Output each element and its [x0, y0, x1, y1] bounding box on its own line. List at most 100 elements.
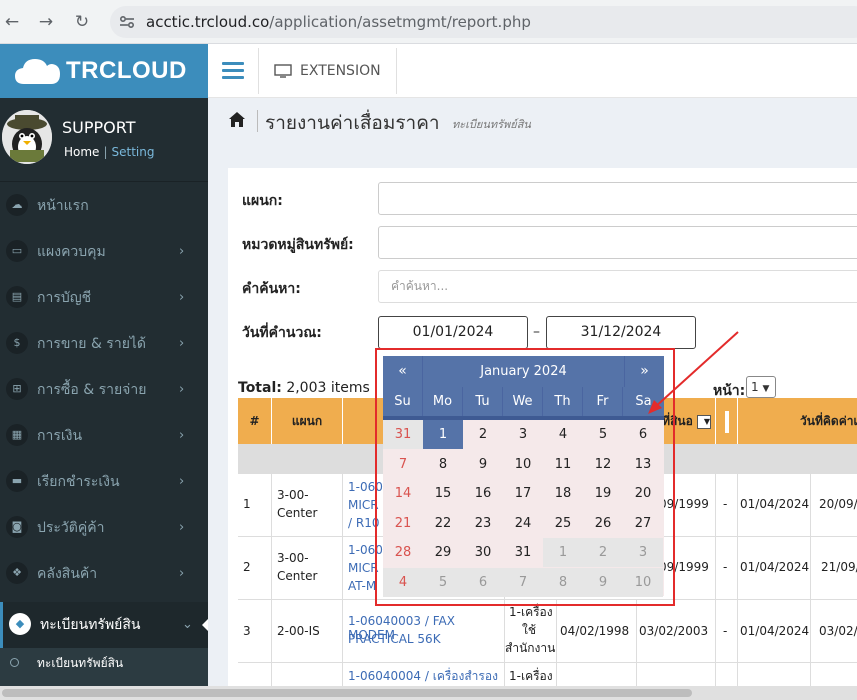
datepicker-day[interactable]: 25	[543, 509, 583, 538]
home-link[interactable]: Home	[64, 145, 99, 159]
table-row[interactable]: 3 2-00-IS 1-06040003 / FAX MODEM PRACTIC…	[238, 600, 857, 663]
cloud-icon: ☁	[6, 194, 28, 216]
datepicker-day[interactable]: 20	[623, 479, 663, 508]
sidebar-item-finance[interactable]: ▦ การเงิน ›	[0, 413, 208, 459]
datepicker-day[interactable]: 1	[423, 420, 463, 449]
datepicker-day[interactable]: 2	[463, 420, 503, 449]
datepicker-day[interactable]: 8	[543, 567, 583, 597]
datepicker-day[interactable]: 4	[383, 567, 423, 597]
sidebar-item-inventory[interactable]: ❖ คลังสินค้า ›	[0, 551, 208, 597]
datepicker-day[interactable]: 12	[583, 450, 623, 479]
datepicker-day[interactable]: 14	[383, 479, 423, 508]
sidebar-item-label: การบัญชี	[37, 290, 92, 306]
sidebar-subitem-asset-register[interactable]: ทะเบียนทรัพย์สิน	[37, 648, 123, 678]
monitor-icon: ▭	[6, 240, 28, 262]
datepicker-day[interactable]: 18	[543, 479, 583, 508]
row-dash: -	[723, 624, 728, 638]
sidebar-item-accounting[interactable]: ▤ การบัญชี ›	[0, 275, 208, 321]
sidebar-item-dashboard[interactable]: ▭ แผงควบคุม ›	[0, 229, 208, 275]
datepicker-day[interactable]: 1	[543, 538, 583, 567]
datepicker-day[interactable]: 11	[543, 450, 583, 479]
row-dash: -	[723, 497, 728, 511]
datepicker-day[interactable]: 21	[383, 509, 423, 538]
datepicker-day[interactable]: 23	[463, 509, 503, 538]
sidebar-item-contacts[interactable]: ◙ ประวัติคู่ค้า ›	[0, 505, 208, 551]
sidebar-item-purchases[interactable]: ⊞ การซื้อ & รายจ่าย ›	[0, 367, 208, 413]
date-from-input[interactable]: 01/01/2024	[378, 316, 528, 349]
logo[interactable]: TRCLOUD	[0, 44, 208, 98]
search-label: คำค้นหา:	[242, 281, 301, 297]
sidebar-item-label: การขาย & รายได้	[37, 336, 147, 352]
avatar	[2, 110, 52, 164]
sidebar-item-fixed-assets[interactable]: ◆ ทะเบียนทรัพย์สิน ⌄	[0, 602, 208, 648]
profile-name: SUPPORT	[62, 118, 136, 137]
logo-text: TRCLOUD	[66, 57, 187, 84]
setting-link[interactable]: Setting	[111, 145, 154, 159]
datepicker-day[interactable]: 10	[623, 567, 663, 597]
category-select[interactable]	[378, 226, 857, 259]
page-select[interactable]: 1 ▼	[746, 376, 776, 398]
datepicker-day[interactable]: 6	[623, 420, 663, 449]
datepicker-prev-button[interactable]: «	[383, 356, 423, 387]
datepicker-day[interactable]: 6	[463, 567, 503, 597]
back-arrow-icon[interactable]: ←	[2, 12, 22, 32]
datepicker-day[interactable]: 9	[463, 450, 503, 479]
datepicker-month-title[interactable]: January 2024	[423, 356, 624, 387]
datepicker-day[interactable]: 24	[503, 509, 543, 538]
divider	[258, 48, 259, 94]
horizontal-scrollbar[interactable]	[0, 686, 857, 700]
datepicker-day[interactable]: 17	[503, 479, 543, 508]
datepicker-day[interactable]: 30	[463, 538, 503, 567]
datepicker-day[interactable]: 22	[423, 509, 463, 538]
sidebar-item-billing[interactable]: ▬ เรียกชำระเงิน ›	[0, 459, 208, 505]
reload-icon[interactable]: ↻	[72, 12, 92, 32]
sidebar-item-label: การซื้อ & รายจ่าย	[37, 382, 147, 398]
category-label: หมวดหมู่สินทรัพย์:	[242, 237, 354, 253]
asset-link[interactable]: 1-06040004 / เครื่องสำรอง	[348, 667, 498, 686]
datepicker-day[interactable]: 4	[543, 420, 583, 449]
chevron-right-icon: ›	[179, 290, 185, 305]
extension-tab[interactable]: EXTENSION	[274, 44, 381, 98]
datepicker-day[interactable]: 3	[503, 420, 543, 449]
datepicker-day[interactable]: 9	[583, 567, 623, 597]
search-input[interactable]: คำค้นหา...	[378, 270, 857, 303]
datepicker-day[interactable]: 7	[383, 450, 423, 479]
asset-link[interactable]: PRACTICAL 56K	[348, 632, 441, 646]
browser-toolbar: ← → ↻ acctic.trcloud.co/application/asse…	[0, 0, 857, 44]
datepicker-day[interactable]: 7	[503, 567, 543, 597]
datepicker-day[interactable]: 3	[623, 538, 663, 567]
datepicker-day[interactable]: 26	[583, 509, 623, 538]
datepicker-day[interactable]: 31	[383, 420, 423, 449]
datepicker-weekday-tu: Tu	[463, 387, 503, 416]
asset-link[interactable]: AT-M	[348, 579, 376, 593]
datepicker-day[interactable]: 31	[503, 538, 543, 567]
row-date: 01/04/2024	[740, 497, 810, 511]
datepicker-day[interactable]: 8	[423, 450, 463, 479]
datepicker-day[interactable]: 5	[423, 567, 463, 597]
department-select[interactable]	[378, 182, 857, 215]
datepicker-day[interactable]: 27	[623, 509, 663, 538]
datepicker-day[interactable]: 10	[503, 450, 543, 479]
sidebar-item-home[interactable]: ☁ หน้าแรก	[0, 183, 208, 229]
datepicker-day[interactable]: 16	[463, 479, 503, 508]
datepicker-day[interactable]: 5	[583, 420, 623, 449]
divider	[257, 110, 258, 132]
scrollbar-thumb[interactable]	[2, 689, 692, 697]
datepicker-day[interactable]: 15	[423, 479, 463, 508]
hamburger-menu-icon[interactable]	[222, 62, 244, 80]
datepicker-day[interactable]: 28	[383, 538, 423, 567]
datepicker-day[interactable]: 13	[623, 450, 663, 479]
site-settings-icon[interactable]	[118, 13, 136, 31]
datepicker-day[interactable]: 19	[583, 479, 623, 508]
datepicker-day[interactable]: 29	[423, 538, 463, 567]
datepicker-day[interactable]: 2	[583, 538, 623, 567]
sidebar-item-sales[interactable]: $ การขาย & รายได้ ›	[0, 321, 208, 367]
forward-arrow-icon[interactable]: →	[36, 12, 56, 32]
sidebar-item-label: การเงิน	[37, 428, 83, 444]
address-bar[interactable]: acctic.trcloud.co/application/assetmgmt/…	[110, 6, 857, 38]
calendar-icon: ▦	[6, 424, 28, 446]
sidebar-item-label: เรียกชำระเงิน	[37, 474, 120, 490]
column-header-department: แผนก	[272, 398, 343, 444]
cart-icon: ⊞	[6, 378, 28, 400]
home-icon[interactable]	[228, 111, 246, 128]
